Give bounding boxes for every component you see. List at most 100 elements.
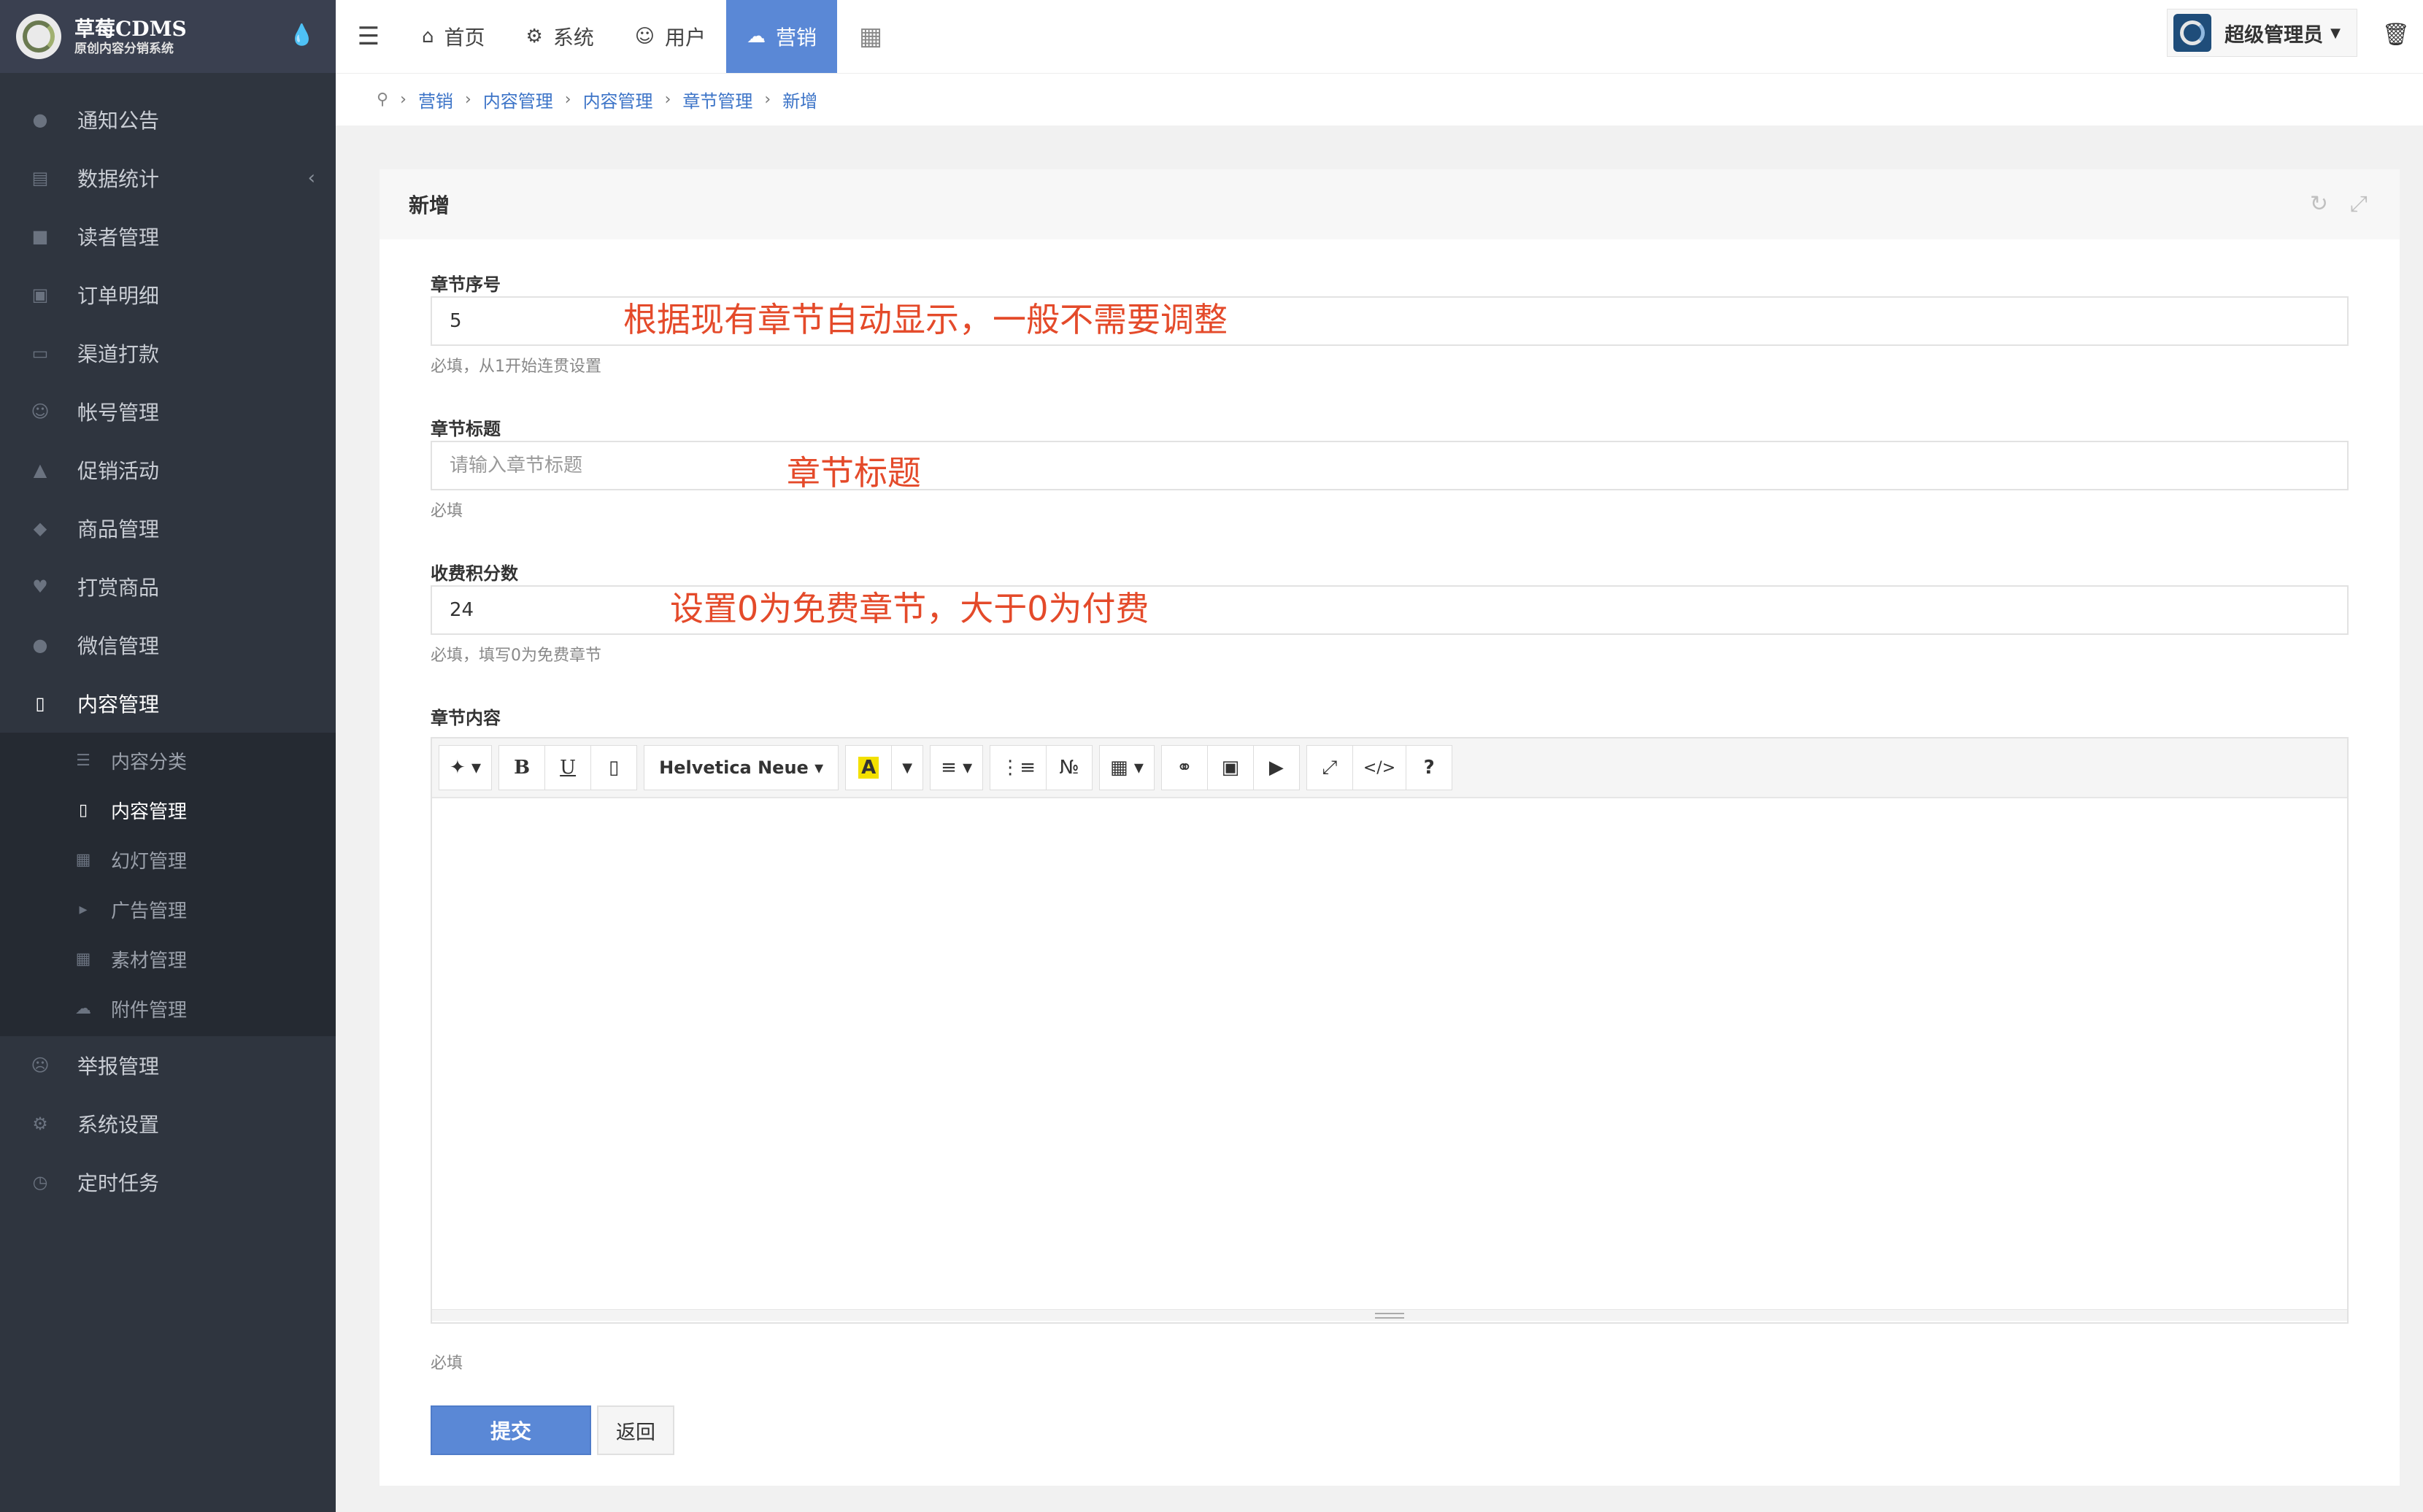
sidebar-item-settings[interactable]: ⚙ 系统设置 bbox=[0, 1095, 336, 1153]
book-icon: ▯ bbox=[78, 801, 88, 819]
breadcrumb-item[interactable]: 内容管理 bbox=[583, 87, 653, 112]
sidebar-item-products[interactable]: ◆ 商品管理 bbox=[0, 499, 336, 558]
admin-user-menu[interactable]: 超级管理员 ▼ bbox=[2167, 9, 2357, 57]
chapter-number-group: 章节序号 必填，从1开始连贯设置 bbox=[431, 270, 2349, 377]
breadcrumb: ⚲ › 营销 › 内容管理 › 内容管理 › 章节管理 › 新增 bbox=[336, 73, 2423, 126]
sidebar-item-notice[interactable]: ● 通知公告 bbox=[0, 90, 336, 149]
tab-home[interactable]: ⌂ 首页 bbox=[401, 0, 506, 73]
gear-icon: ⚙ bbox=[32, 1114, 48, 1134]
submenu-item-attachments[interactable]: ☁ 附件管理 bbox=[0, 984, 336, 1033]
chapter-content-help: 必填 bbox=[431, 1354, 463, 1373]
sidebar-item-accounts[interactable]: ☺ 帐号管理 bbox=[0, 382, 336, 441]
chapter-number-input[interactable] bbox=[431, 296, 2349, 346]
cart-icon: ▣ bbox=[31, 285, 49, 305]
underline-icon[interactable]: U bbox=[544, 745, 592, 790]
top-navbar: ☰ ⌂ 首页 ⚙ 系统 ☺ 用户 ☁ 营销 ▦ 超级管理员 ▼ 🗑 bbox=[336, 0, 2423, 73]
expand-icon[interactable]: ⤢ bbox=[2350, 191, 2368, 217]
breadcrumb-separator: › bbox=[564, 90, 571, 109]
sidebar-item-promotions[interactable]: ▲ 促销活动 bbox=[0, 441, 336, 499]
sidebar-item-label: 系统设置 bbox=[77, 1113, 160, 1137]
points-input[interactable] bbox=[431, 585, 2349, 635]
sidebar-item-stats[interactable]: ▤ 数据统计 ‹ bbox=[0, 149, 336, 207]
rich-text-editor: ✦ ▾ B U ▯ Helvetica Neue ▾ A ▼ ≡ ▾ ⋮≡ № … bbox=[431, 737, 2349, 1324]
sidebar-item-label: 商品管理 bbox=[77, 517, 160, 541]
sidebar-item-reports[interactable]: ☹ 举报管理 bbox=[0, 1036, 336, 1095]
content-submenu: ☰ 内容分类 ▯ 内容管理 ▦ 幻灯管理 ▸ 广告管理 ▦ 素材管理 ☁ 附件管… bbox=[0, 733, 336, 1036]
breadcrumb-item-current[interactable]: 新增 bbox=[782, 87, 817, 112]
chevron-left-icon: ‹ bbox=[307, 167, 315, 189]
sidebar-item-payout[interactable]: ▭ 渠道打款 bbox=[0, 324, 336, 382]
breadcrumb-separator: › bbox=[400, 90, 407, 109]
submenu-item-materials[interactable]: ▦ 素材管理 bbox=[0, 934, 336, 984]
submenu-item-slides[interactable]: ▦ 幻灯管理 bbox=[0, 835, 336, 884]
sidebar-item-label: 举报管理 bbox=[77, 1054, 160, 1079]
sidebar-item-content[interactable]: ▯ 内容管理 bbox=[0, 674, 336, 733]
sidebar-item-label: 微信管理 bbox=[77, 634, 160, 658]
editor-content-area[interactable] bbox=[432, 798, 2347, 1309]
bar-chart-icon: ▤ bbox=[31, 168, 49, 188]
sidebar-item-label: 打赏商品 bbox=[77, 576, 160, 600]
help-icon[interactable]: ? bbox=[1406, 745, 1453, 790]
editor-toolbar: ✦ ▾ B U ▯ Helvetica Neue ▾ A ▼ ≡ ▾ ⋮≡ № … bbox=[432, 738, 2347, 798]
bold-icon[interactable]: B bbox=[498, 745, 546, 790]
font-family-select[interactable]: Helvetica Neue ▾ bbox=[644, 745, 839, 790]
visa-card-icon: ▭ bbox=[31, 343, 49, 363]
caret-down-icon[interactable]: ▼ bbox=[891, 745, 924, 790]
chapter-title-input[interactable] bbox=[431, 441, 2349, 490]
breadcrumb-item[interactable]: 章节管理 bbox=[682, 87, 752, 112]
submenu-item-categories[interactable]: ☰ 内容分类 bbox=[0, 736, 336, 785]
trash-icon[interactable]: 🗑 bbox=[2382, 22, 2410, 47]
wechat-icon: ● bbox=[32, 635, 48, 655]
submenu-item-label: 内容分类 bbox=[111, 751, 188, 774]
code-view-icon[interactable]: </> bbox=[1352, 745, 1407, 790]
table-icon[interactable]: ▦ ▾ bbox=[1098, 745, 1155, 790]
submenu-item-ads[interactable]: ▸ 广告管理 bbox=[0, 884, 336, 934]
breadcrumb-separator: › bbox=[464, 90, 471, 109]
text-color-icon[interactable]: A bbox=[845, 745, 893, 790]
editor-resize-handle[interactable] bbox=[432, 1309, 2347, 1321]
unordered-list-icon[interactable]: ⋮≡ bbox=[990, 745, 1047, 790]
breadcrumb-item[interactable]: 营销 bbox=[418, 87, 453, 112]
ordered-list-icon[interactable]: № bbox=[1045, 745, 1093, 790]
avatar bbox=[2173, 14, 2212, 52]
magic-wand-icon[interactable]: ✦ ▾ bbox=[439, 745, 493, 790]
tab-marketing[interactable]: ☁ 营销 bbox=[725, 0, 837, 73]
logo-bar: 草莓CDMS 原创内容分销系统 💧 bbox=[0, 0, 336, 73]
sidebar-item-cron[interactable]: ◷ 定时任务 bbox=[0, 1153, 336, 1211]
panel-tools: ↻ ⤢ bbox=[2310, 191, 2368, 217]
brand-title: 草莓CDMS bbox=[74, 17, 187, 41]
map-marker-icon[interactable]: ⚲ bbox=[377, 90, 388, 109]
list-icon: ☰ bbox=[76, 751, 90, 770]
sidebar-item-orders[interactable]: ▣ 订单明细 bbox=[0, 266, 336, 324]
submit-button[interactable]: 提交 bbox=[431, 1405, 591, 1455]
link-icon[interactable]: ⚭ bbox=[1160, 745, 1208, 790]
home-icon: ⌂ bbox=[422, 26, 434, 47]
comment-icon: ● bbox=[32, 109, 48, 130]
video-icon[interactable]: ▶ bbox=[1252, 745, 1300, 790]
eraser-icon[interactable]: ▯ bbox=[590, 745, 638, 790]
apps-grid-icon[interactable]: ▦ bbox=[837, 0, 904, 73]
menu-toggle-icon[interactable]: ☰ bbox=[336, 0, 401, 73]
tab-users[interactable]: ☺ 用户 bbox=[615, 0, 726, 73]
fullscreen-icon[interactable]: ⤢ bbox=[1306, 745, 1353, 790]
brand-logo bbox=[16, 14, 61, 59]
sidebar: 草莓CDMS 原创内容分销系统 💧 ● 通知公告 ▤ 数据统计 ‹ ■ 读者管理… bbox=[0, 0, 336, 1512]
gear-icon: ⚙ bbox=[525, 26, 543, 47]
sidebar-item-rewards[interactable]: ♥ 打赏商品 bbox=[0, 558, 336, 616]
back-button[interactable]: 返回 bbox=[597, 1405, 674, 1455]
tab-system[interactable]: ⚙ 系统 bbox=[506, 0, 615, 73]
frown-icon: ☹ bbox=[31, 1055, 50, 1076]
submenu-item-content[interactable]: ▯ 内容管理 bbox=[0, 785, 336, 835]
sidebar-item-wechat[interactable]: ● 微信管理 bbox=[0, 616, 336, 674]
sidebar-item-readers[interactable]: ■ 读者管理 bbox=[0, 207, 336, 266]
align-icon[interactable]: ≡ ▾ bbox=[930, 745, 984, 790]
theme-drop-icon[interactable]: 💧 bbox=[289, 25, 315, 45]
sidebar-item-label: 渠道打款 bbox=[77, 342, 160, 366]
points-help: 必填，填写0为免费章节 bbox=[431, 647, 601, 665]
breadcrumb-item[interactable]: 内容管理 bbox=[483, 87, 553, 112]
chapter-number-help: 必填，从1开始连贯设置 bbox=[431, 358, 601, 376]
picture-icon[interactable]: ▣ bbox=[1206, 745, 1254, 790]
chapter-title-group: 章节标题 必填 bbox=[431, 414, 2349, 521]
refresh-icon[interactable]: ↻ bbox=[2310, 191, 2328, 217]
user-icon: ☺ bbox=[634, 26, 655, 47]
